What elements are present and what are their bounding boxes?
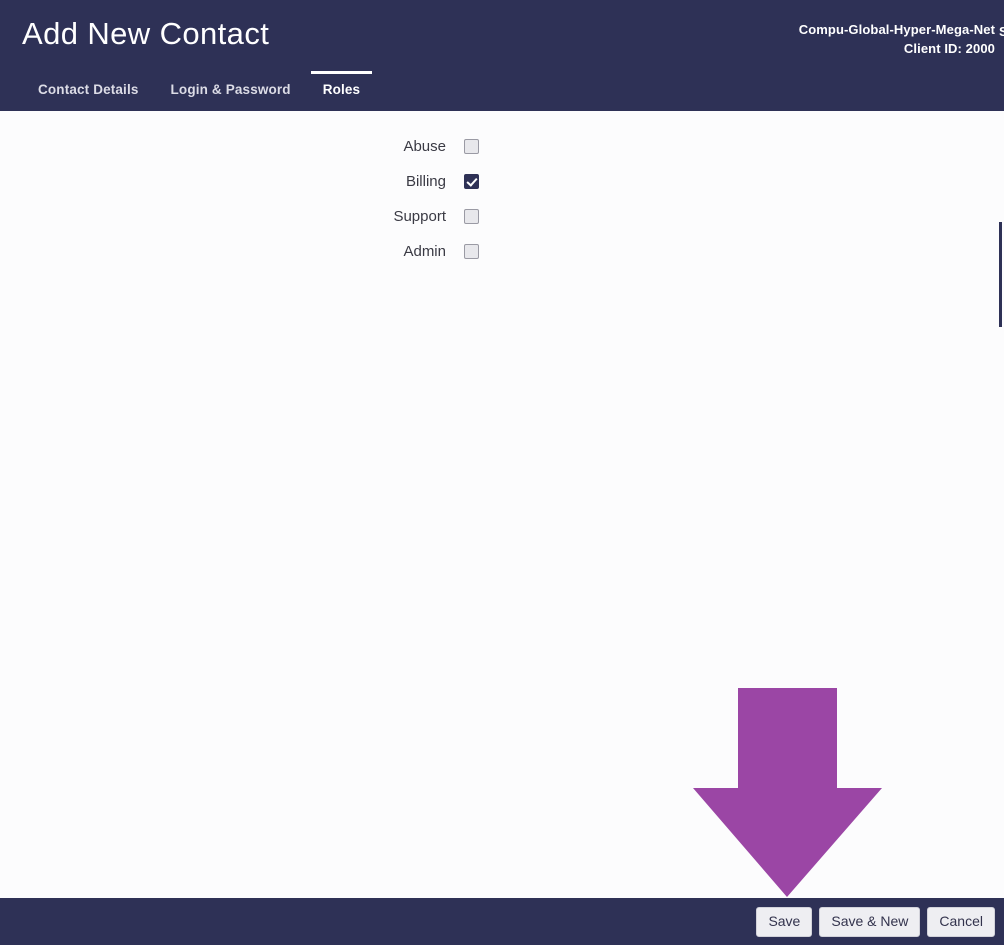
page-header: Add New Contact Compu-Global-Hyper-Mega-…	[0, 0, 1004, 111]
client-name: Compu-Global-Hyper-Mega-Net	[798, 22, 995, 37]
role-checkbox-billing[interactable]	[464, 174, 479, 189]
tab-roles-label: Roles	[322, 82, 361, 97]
role-label-abuse: Abuse	[403, 138, 446, 155]
save-button[interactable]: Save	[756, 906, 813, 937]
role-checkbox-support[interactable]	[464, 209, 479, 224]
client-id: Client ID: 2000	[903, 41, 995, 56]
tab-login-password-label: Login & Password	[170, 82, 291, 97]
tab-bar: Contact Details Login & Password Roles	[22, 71, 376, 111]
tab-contact-details-label: Contact Details	[38, 82, 139, 97]
footer-action-bar: Save Save & New Cancel	[0, 898, 1004, 945]
role-row-admin: Admin	[0, 234, 479, 269]
client-info: Compu-Global-Hyper-Mega-Net Client ID: 2…	[799, 20, 995, 58]
role-row-billing: Billing	[0, 164, 479, 199]
cancel-button[interactable]: Cancel	[927, 906, 995, 937]
add-contact-page: Add New Contact Compu-Global-Hyper-Mega-…	[0, 0, 1004, 945]
save-and-new-button[interactable]: Save & New	[819, 906, 921, 937]
role-checkbox-admin[interactable]	[464, 244, 479, 259]
content-area: Abuse Billing Support Admin	[0, 111, 1004, 898]
role-row-support: Support	[0, 199, 479, 234]
role-label-support: Support	[393, 208, 446, 225]
tab-roles[interactable]: Roles	[307, 71, 377, 109]
tab-contact-details[interactable]: Contact Details	[22, 71, 155, 109]
role-label-admin: Admin	[403, 243, 446, 260]
role-label-billing: Billing	[405, 173, 446, 190]
content-scrollbar-thumb[interactable]	[999, 222, 1002, 327]
role-row-abuse: Abuse	[0, 129, 479, 164]
roles-form: Abuse Billing Support Admin	[0, 129, 479, 269]
page-title: Add New Contact	[22, 16, 270, 51]
content-scrollbar[interactable]	[998, 222, 1004, 898]
role-checkbox-abuse[interactable]	[464, 139, 479, 154]
header-truncated-text: S	[999, 24, 1004, 39]
tab-login-password[interactable]: Login & Password	[155, 71, 307, 109]
